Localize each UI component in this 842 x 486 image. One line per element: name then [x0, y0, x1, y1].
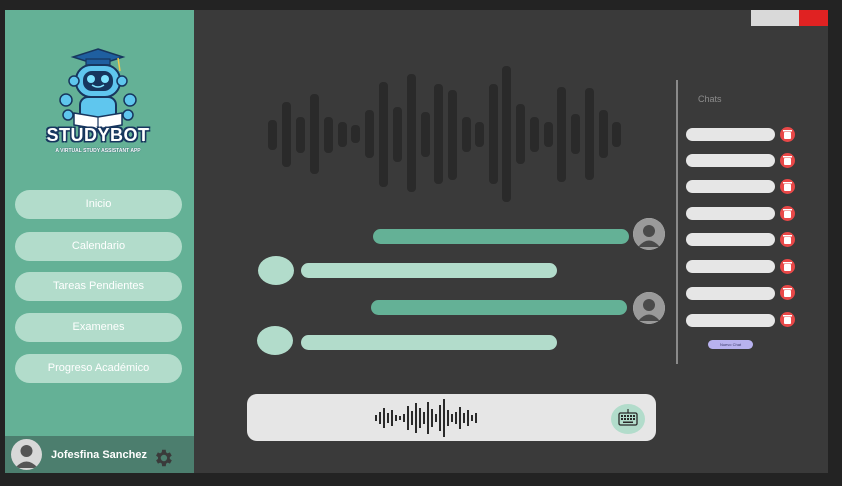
chat-item[interactable] [686, 180, 775, 193]
chats-title: Chats [698, 94, 722, 104]
user-avatar-icon [633, 292, 665, 324]
logo-subtitle: A VIRTUAL STUDY ASSISTANT APP [55, 148, 141, 154]
nav-tareas-pendientes-button[interactable]: Tareas Pendientes [15, 272, 182, 301]
user-avatar-icon[interactable] [11, 439, 42, 470]
keyboard-icon [618, 409, 638, 426]
chat-item[interactable] [686, 314, 775, 327]
chat-item[interactable] [686, 207, 775, 220]
gear-icon[interactable] [152, 447, 174, 469]
user-message-bubble [371, 300, 627, 315]
bot-avatar [258, 256, 294, 285]
window-close-button[interactable] [799, 10, 828, 26]
trash-icon[interactable] [780, 259, 795, 274]
trash-icon[interactable] [780, 153, 795, 168]
trash-icon[interactable] [780, 206, 795, 221]
user-avatar-icon [633, 218, 665, 250]
window-control-button[interactable] [751, 10, 799, 26]
chat-item[interactable] [686, 233, 775, 246]
bot-avatar [257, 326, 293, 355]
chat-item[interactable] [686, 128, 775, 141]
nav-examenes-button[interactable]: Examenes [15, 313, 182, 342]
trash-icon[interactable] [780, 285, 795, 300]
voice-waveform-icon [268, 66, 621, 202]
nav-calendario-button[interactable]: Calendario [15, 232, 182, 261]
user-message-bubble [373, 229, 629, 244]
bot-message-bubble [301, 335, 557, 350]
waveform-icon[interactable] [373, 398, 483, 438]
user-name: Jofesfina Sanchez [51, 449, 147, 461]
chat-item[interactable] [686, 154, 775, 167]
nav-inicio-button[interactable]: Inicio [15, 190, 182, 219]
trash-icon[interactable] [780, 312, 795, 327]
trash-icon[interactable] [780, 127, 795, 142]
nav-progreso-academico-button[interactable]: Progreso Académico [15, 354, 182, 383]
studybot-logo: STUDYBOT A VIRTUAL STUDY ASSISTANT APP [38, 45, 158, 160]
keyboard-button[interactable] [611, 404, 645, 434]
new-chat-button[interactable]: Nuevo Chat [708, 340, 753, 349]
bot-message-bubble [301, 263, 557, 278]
chat-item[interactable] [686, 260, 775, 273]
robot-logo-icon [59, 48, 137, 130]
trash-icon[interactable] [780, 232, 795, 247]
chat-item[interactable] [686, 287, 775, 300]
trash-icon[interactable] [780, 179, 795, 194]
logo-title: STUDYBOT [46, 125, 150, 145]
chats-divider [676, 80, 678, 364]
